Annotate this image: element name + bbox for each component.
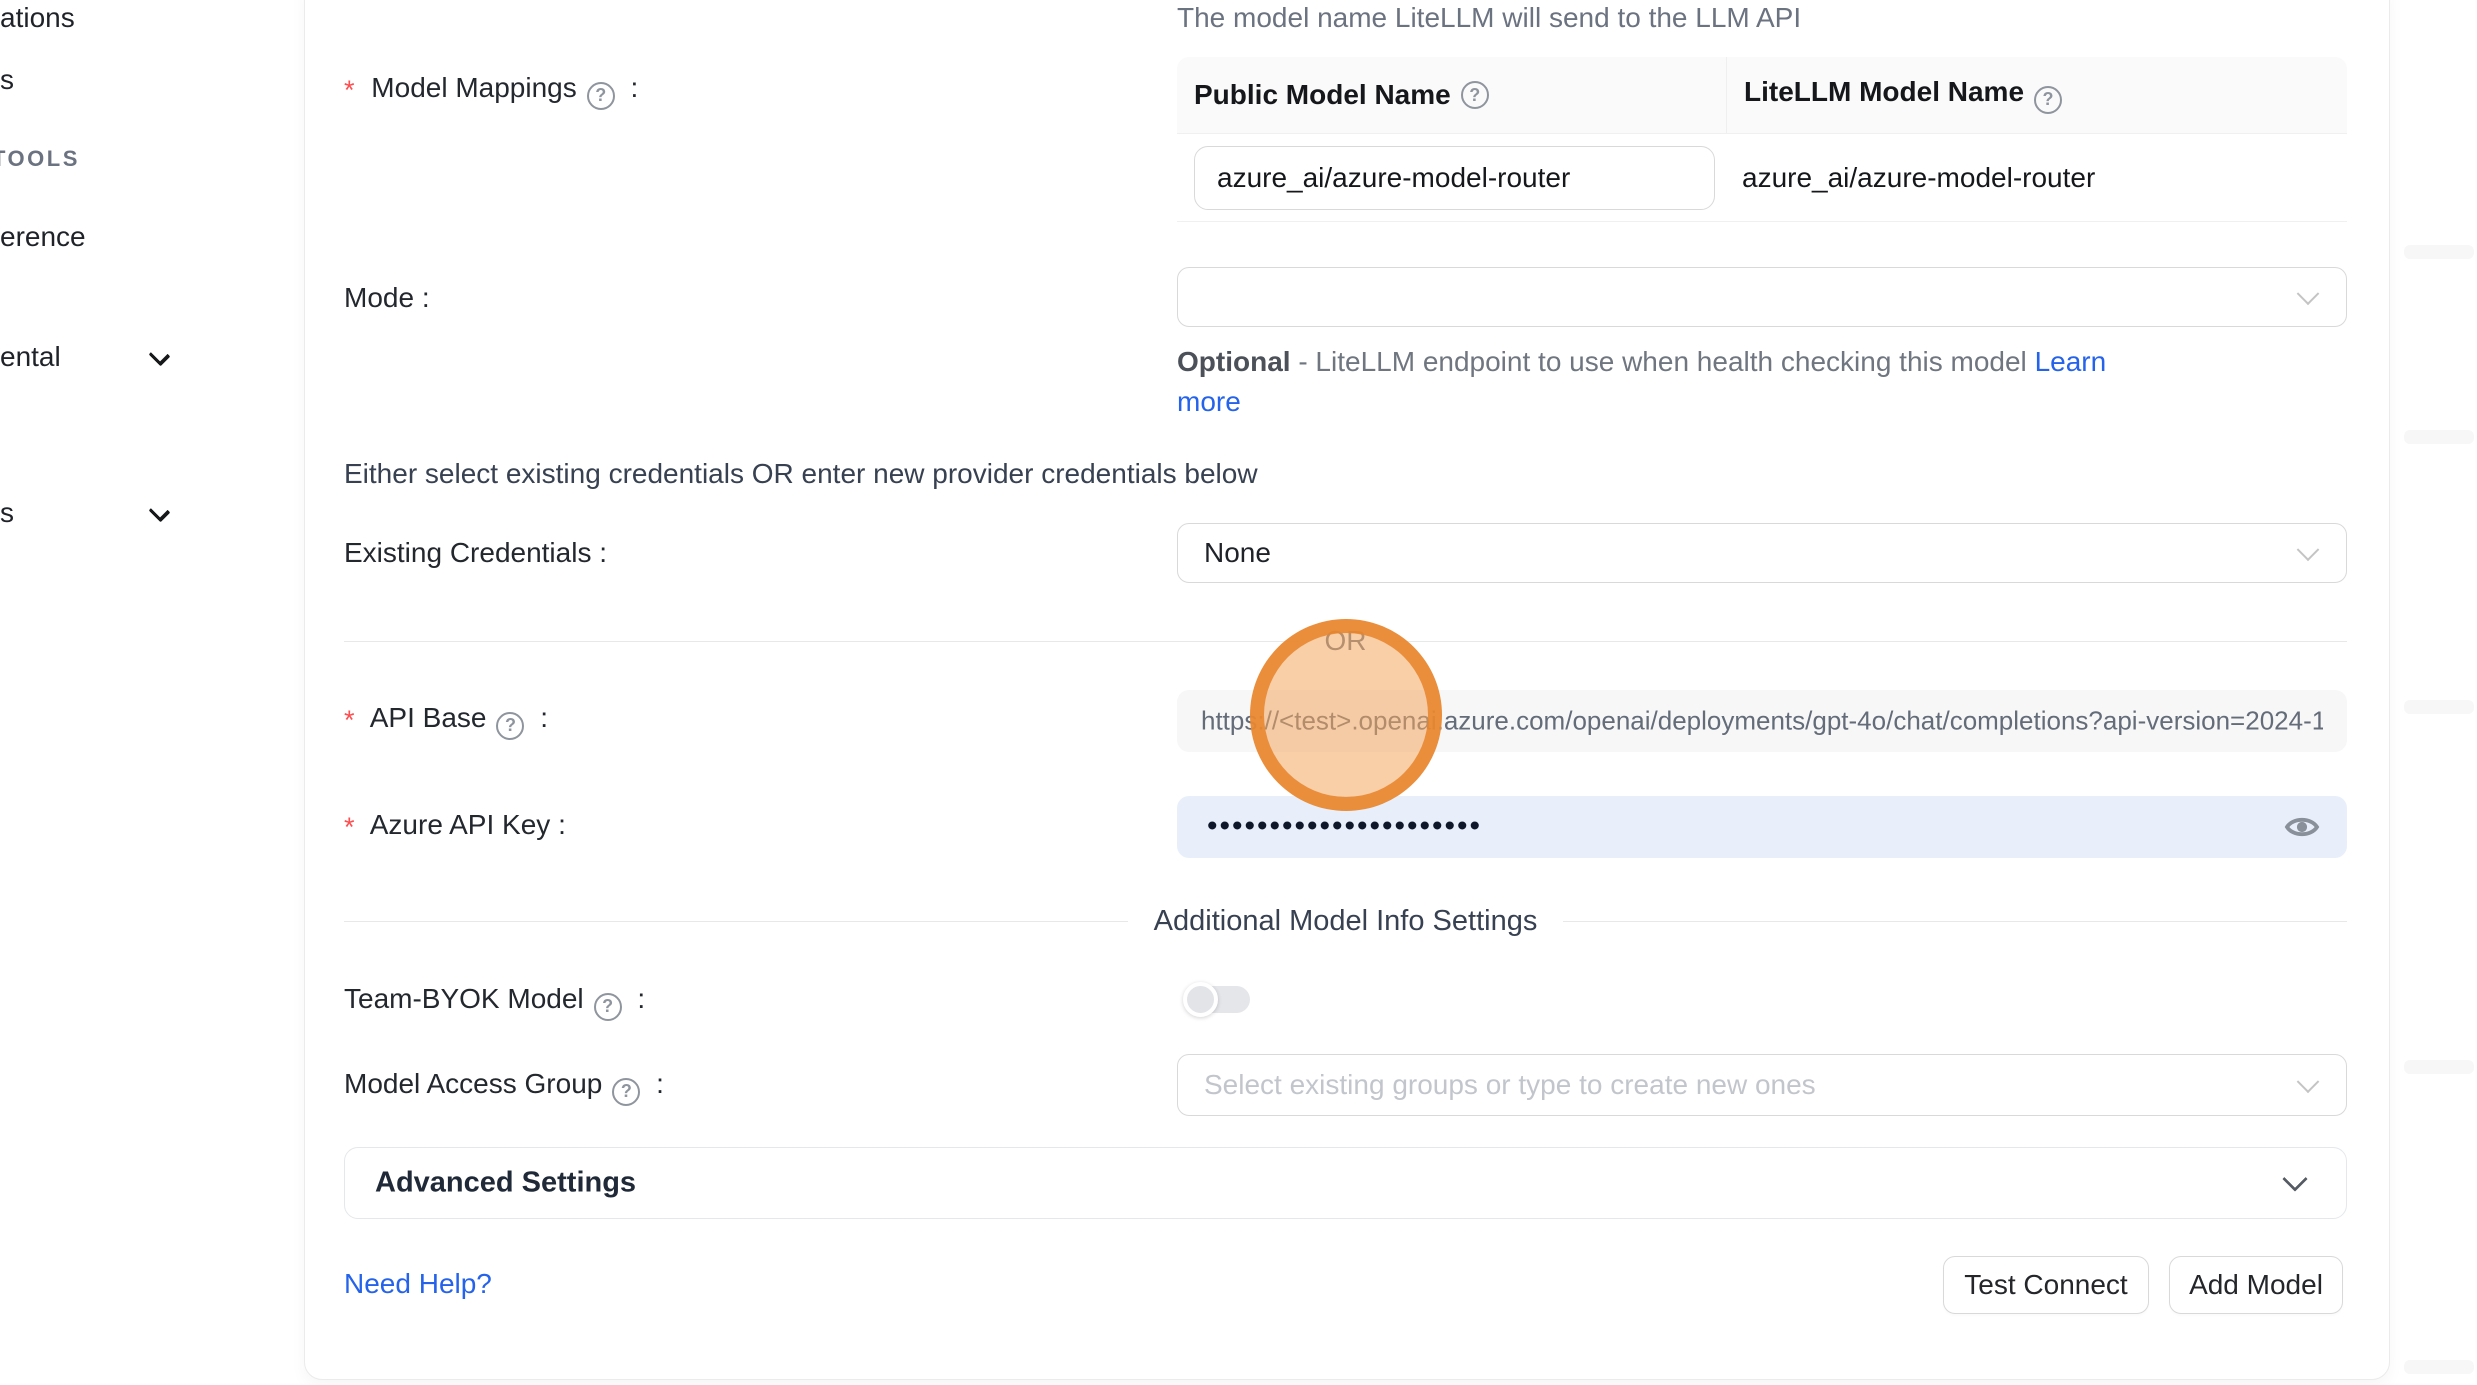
existing-credentials-value: None — [1204, 537, 1271, 569]
mode-label: Mode — [344, 282, 430, 314]
background-shimmer — [2404, 1060, 2474, 1074]
azure-api-key-input[interactable]: •••••••••••••••••••••• — [1177, 796, 2347, 858]
question-circle-icon[interactable] — [594, 993, 622, 1021]
sidebar-item-organizations[interactable]: ations — [0, 2, 75, 34]
chevron-down-icon — [149, 501, 171, 523]
public-model-name-input[interactable] — [1194, 146, 1715, 210]
existing-credentials-select[interactable]: None — [1177, 523, 2347, 583]
mode-hint: Optional - LiteLLM endpoint to use when … — [1177, 342, 2207, 422]
masked-api-key: •••••••••••••••••••••• — [1207, 809, 1482, 843]
column-litellm-model-name: LiteLLM Model Name — [1727, 76, 2070, 114]
model-access-group-placeholder: Select existing groups or type to create… — [1204, 1069, 1816, 1101]
api-base-label: API Base — [344, 702, 548, 740]
model-name-description: The model name LiteLLM will send to the … — [1177, 2, 1801, 34]
model-mappings-table: Public Model Name LiteLLM Model Name azu… — [1177, 57, 2347, 222]
question-circle-icon[interactable] — [587, 82, 615, 110]
background-shimmer — [2404, 430, 2474, 444]
sidebar-item-experimental[interactable]: ental — [0, 341, 61, 373]
team-byok-toggle[interactable] — [1186, 986, 1250, 1013]
sidebar-section-tools: TOOLS — [0, 146, 80, 172]
sidebar-item[interactable]: s — [0, 64, 14, 96]
chevron-down-icon — [2297, 282, 2320, 305]
table-row: azure_ai/azure-model-router — [1177, 134, 2347, 222]
eye-icon[interactable] — [2283, 808, 2321, 846]
test-connect-button[interactable]: Test Connect — [1943, 1256, 2149, 1314]
model-mappings-label: Model Mappings — [344, 72, 638, 110]
model-access-group-label: Model Access Group — [344, 1068, 664, 1106]
additional-settings-divider: Additional Model Info Settings — [344, 905, 2347, 937]
chevron-down-icon — [2297, 1070, 2320, 1093]
azure-api-key-label: Azure API Key — [344, 809, 566, 841]
litellm-model-name-value: azure_ai/azure-model-router — [1742, 134, 2095, 222]
team-byok-label: Team-BYOK Model — [344, 983, 645, 1021]
question-circle-icon[interactable] — [612, 1078, 640, 1106]
chevron-down-icon — [2297, 538, 2320, 561]
mode-select[interactable] — [1177, 267, 2347, 327]
toggle-knob — [1183, 982, 1218, 1017]
background-shimmer — [2404, 1360, 2474, 1374]
chevron-down-icon — [2282, 1166, 2307, 1191]
table-header: Public Model Name LiteLLM Model Name — [1177, 57, 2347, 134]
add-model-screen: ations s TOOLS erence ental s The model … — [0, 0, 2477, 1385]
credentials-note: Either select existing credentials OR en… — [344, 458, 1258, 490]
sidebar-item-settings[interactable]: s — [0, 497, 14, 529]
sidebar-item-inference[interactable]: erence — [0, 221, 86, 253]
chevron-down-icon — [149, 345, 171, 367]
background-shimmer — [2404, 245, 2474, 259]
add-model-button[interactable]: Add Model — [2169, 1256, 2343, 1314]
column-public-model-name: Public Model Name — [1177, 57, 1727, 133]
or-divider: OR — [344, 625, 2347, 657]
question-circle-icon[interactable] — [2034, 86, 2062, 114]
existing-credentials-label: Existing Credentials — [344, 537, 607, 569]
background-shimmer — [2404, 700, 2474, 714]
question-circle-icon[interactable] — [1461, 81, 1489, 109]
advanced-settings-toggle[interactable]: Advanced Settings — [344, 1147, 2347, 1219]
model-access-group-select[interactable]: Select existing groups or type to create… — [1177, 1054, 2347, 1116]
need-help-link[interactable]: Need Help? — [344, 1268, 492, 1300]
question-circle-icon[interactable] — [496, 712, 524, 740]
api-base-input[interactable]: https://<test>.openai.azure.com/openai/d… — [1177, 690, 2347, 752]
